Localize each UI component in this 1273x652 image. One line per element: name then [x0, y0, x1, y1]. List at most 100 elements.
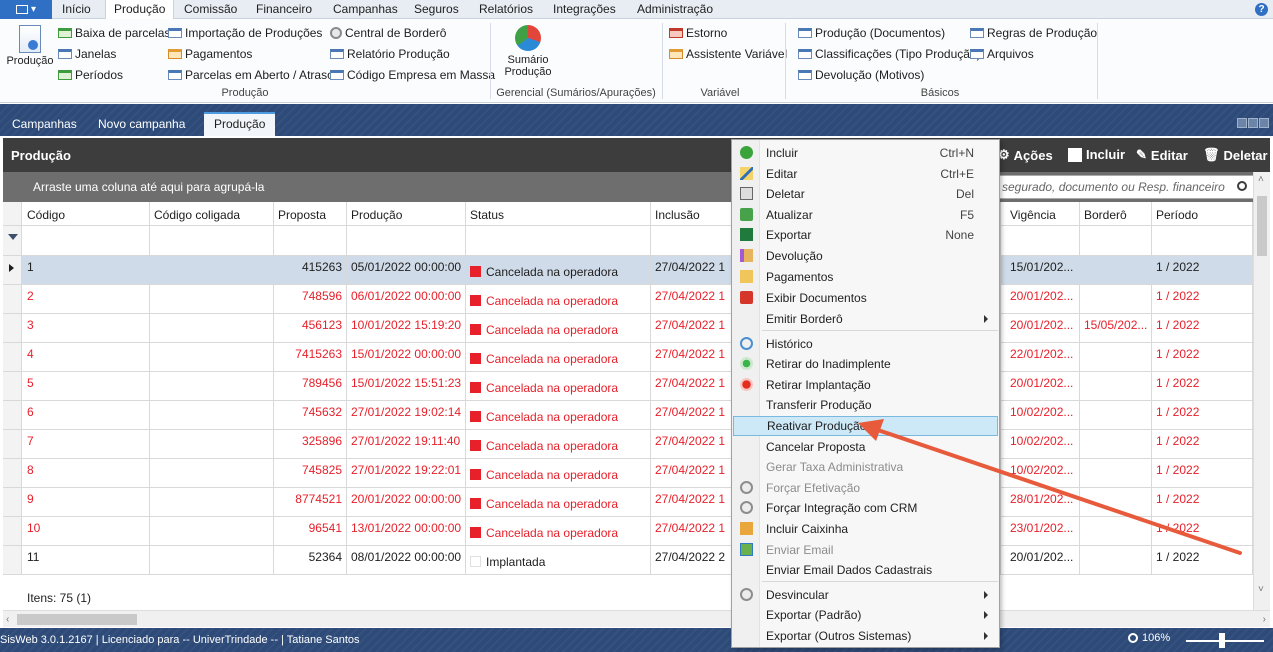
vertical-scroll-thumb[interactable]: [1257, 196, 1267, 256]
tab-seguros[interactable]: Seguros: [414, 0, 459, 19]
cell-codigo[interactable]: 11: [23, 546, 150, 574]
menu-item-incluir[interactable]: Incluir Ctrl+N: [733, 143, 998, 163]
cell-periodo[interactable]: 1 / 2022: [1152, 343, 1253, 371]
row-indicator[interactable]: [3, 343, 22, 371]
cell-producao[interactable]: 20/01/2022 00:00:00: [347, 488, 466, 516]
zoom-slider-track[interactable]: [1186, 640, 1264, 642]
help-icon[interactable]: ?: [1255, 3, 1268, 16]
cell-vigencia[interactable]: 20/01/202...: [1006, 314, 1080, 342]
filter-cell[interactable]: [23, 226, 150, 255]
cell-vigencia[interactable]: 20/01/202...: [1006, 546, 1080, 574]
cell-codigo-coligada[interactable]: [150, 430, 274, 458]
cell-vigencia[interactable]: 10/02/202...: [1006, 430, 1080, 458]
sumario-producao-button[interactable]: Sumário Produção: [498, 25, 558, 78]
filter-cell[interactable]: [1152, 226, 1253, 255]
cell-producao[interactable]: 15/01/2022 15:51:23: [347, 372, 466, 400]
cell-codigo-coligada[interactable]: [150, 517, 274, 545]
cell-proposta[interactable]: 8774521: [274, 488, 347, 516]
cell-codigo[interactable]: 2: [23, 285, 150, 313]
menu-item-forcar-efetivacao[interactable]: Forçar Efetivação: [733, 478, 998, 498]
row-indicator[interactable]: [3, 314, 22, 342]
codigo-empresa-button[interactable]: Código Empresa em Massa: [330, 67, 495, 83]
arquivos-button[interactable]: Arquivos: [970, 46, 1034, 62]
table-row[interactable]: 2 748596 06/01/2022 00:00:00 Cancelada na o…: [3, 285, 1253, 314]
menu-item-historico[interactable]: Histórico: [733, 334, 998, 354]
cell-proposta[interactable]: 745825: [274, 459, 347, 487]
cell-bordero[interactable]: [1080, 401, 1152, 429]
producao-documentos-button[interactable]: Produção (Documentos): [798, 25, 945, 41]
menu-item-forcar-integracao-com-crm[interactable]: Forçar Integração com CRM: [733, 498, 998, 518]
table-row[interactable]: 1 415263 05/01/2022 00:00:00 Cancelada na o…: [3, 256, 1253, 285]
assistente-variavel-button[interactable]: Assistente Variável: [669, 46, 787, 62]
tab-comissao[interactable]: Comissão: [184, 0, 237, 19]
scroll-left-arrow-icon[interactable]: ‹: [6, 614, 9, 625]
relatorio-producao-button[interactable]: Relatório Produção: [330, 46, 450, 62]
search-icon[interactable]: [1237, 181, 1247, 191]
cell-producao[interactable]: 06/01/2022 00:00:00: [347, 285, 466, 313]
search-input[interactable]: segurado, documento ou Resp. financeiro: [997, 175, 1254, 199]
cell-bordero[interactable]: [1080, 430, 1152, 458]
cell-proposta[interactable]: 456123: [274, 314, 347, 342]
menu-item-enviar-email[interactable]: Enviar Email: [733, 540, 998, 560]
cell-status[interactable]: Cancelada na operadora: [466, 430, 651, 458]
editar-button[interactable]: ✎ Editar: [1136, 147, 1188, 163]
cell-codigo-coligada[interactable]: [150, 459, 274, 487]
col-header-status[interactable]: Status: [466, 202, 651, 225]
filter-icon[interactable]: [8, 234, 18, 240]
row-indicator[interactable]: [3, 285, 22, 313]
periodos-button[interactable]: Períodos: [58, 67, 123, 83]
cell-vigencia[interactable]: 22/01/202...: [1006, 343, 1080, 371]
cell-proposta[interactable]: 96541: [274, 517, 347, 545]
cell-codigo-coligada[interactable]: [150, 372, 274, 400]
tab-relatorios[interactable]: Relatórios: [479, 0, 533, 19]
row-indicator[interactable]: [3, 401, 22, 429]
cell-status[interactable]: Implantada: [466, 546, 651, 574]
filter-cell[interactable]: [347, 226, 466, 255]
cell-periodo[interactable]: 1 / 2022: [1152, 488, 1253, 516]
devolucao-motivos-button[interactable]: Devolução (Motivos): [798, 67, 924, 83]
row-indicator[interactable]: [3, 517, 22, 545]
incluir-button[interactable]: Incluir: [1068, 147, 1125, 162]
filter-cell[interactable]: [150, 226, 274, 255]
cell-bordero[interactable]: [1080, 343, 1152, 371]
cell-codigo[interactable]: 5: [23, 372, 150, 400]
scroll-right-icon[interactable]: [1248, 118, 1258, 128]
window-list-icon[interactable]: [1259, 118, 1269, 128]
tab-producao[interactable]: Produção: [105, 0, 175, 19]
cell-vigencia[interactable]: 10/02/202...: [1006, 401, 1080, 429]
cell-periodo[interactable]: 1 / 2022: [1152, 546, 1253, 574]
filter-cell[interactable]: [1006, 226, 1080, 255]
app-menu-button[interactable]: ▾: [0, 0, 52, 19]
tab-inicio[interactable]: Início: [62, 0, 91, 19]
cell-status[interactable]: Cancelada na operadora: [466, 314, 651, 342]
cell-bordero[interactable]: 15/05/202...: [1080, 314, 1152, 342]
cell-bordero[interactable]: [1080, 372, 1152, 400]
parcelas-aberto-button[interactable]: Parcelas em Aberto / Atraso: [168, 67, 334, 83]
row-indicator[interactable]: [3, 430, 22, 458]
cell-status[interactable]: Cancelada na operadora: [466, 401, 651, 429]
cell-proposta[interactable]: 325896: [274, 430, 347, 458]
doc-tab-campanhas[interactable]: Campanhas: [2, 112, 87, 136]
menu-item-exportar[interactable]: Exportar None: [733, 225, 998, 245]
cell-codigo-coligada[interactable]: [150, 401, 274, 429]
table-row[interactable]: 6 745632 27/01/2022 19:02:14 Cancelada na o…: [3, 401, 1253, 430]
scroll-up-arrow-icon[interactable]: ˄: [1258, 174, 1264, 185]
cell-producao[interactable]: 08/01/2022 00:00:00: [347, 546, 466, 574]
zoom-slider-thumb[interactable]: [1219, 633, 1225, 648]
cell-status[interactable]: Cancelada na operadora: [466, 517, 651, 545]
menu-item-editar[interactable]: Editar Ctrl+E: [733, 164, 998, 184]
current-row-indicator[interactable]: [3, 256, 22, 284]
cell-codigo[interactable]: 6: [23, 401, 150, 429]
row-indicator[interactable]: [3, 546, 22, 574]
cell-codigo-coligada[interactable]: [150, 285, 274, 313]
baixa-parcelas-button[interactable]: Baixa de parcelas: [58, 25, 170, 41]
cell-periodo[interactable]: 1 / 2022: [1152, 517, 1253, 545]
janelas-button[interactable]: Janelas: [58, 46, 116, 62]
pagamentos-button[interactable]: Pagamentos: [168, 46, 252, 62]
menu-item-exibir-documentos[interactable]: Exibir Documentos: [733, 288, 998, 308]
menu-item-exportar-padrao[interactable]: Exportar (Padrão): [733, 605, 998, 625]
cell-bordero[interactable]: [1080, 285, 1152, 313]
cell-vigencia[interactable]: 28/01/202...: [1006, 488, 1080, 516]
menu-item-atualizar[interactable]: Atualizar F5: [733, 205, 998, 225]
cell-vigencia[interactable]: 10/02/202...: [1006, 459, 1080, 487]
